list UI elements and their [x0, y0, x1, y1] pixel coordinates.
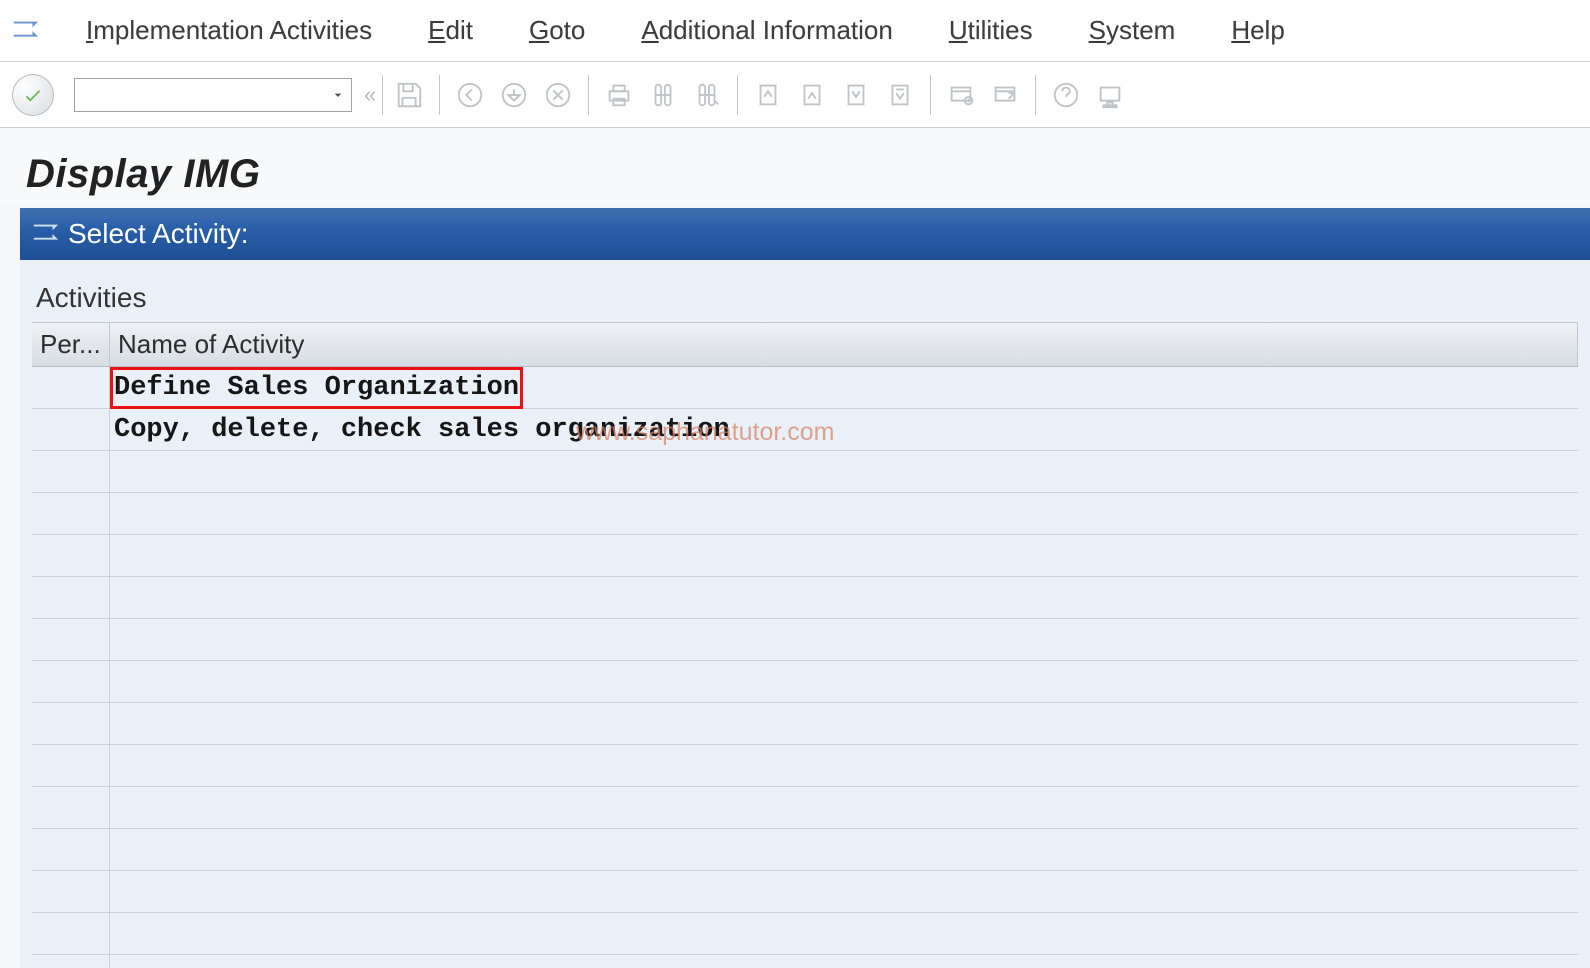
row-performed-cell	[32, 619, 110, 660]
toolbar-separator	[439, 75, 440, 115]
row-name-cell: Define Sales Organization	[110, 373, 1578, 403]
help-icon[interactable]	[1046, 75, 1086, 115]
command-dropdown-icon[interactable]	[325, 79, 351, 111]
session-icon[interactable]	[10, 16, 40, 46]
activity-row-empty[interactable]	[32, 871, 1578, 913]
row-performed-cell	[32, 703, 110, 744]
save-icon[interactable]	[389, 75, 429, 115]
row-performed-cell	[32, 955, 110, 968]
col-header-performed[interactable]: Per...	[32, 323, 110, 366]
menu-additional-information[interactable]: Additional Information	[613, 11, 920, 50]
toolbar-separator	[588, 75, 589, 115]
row-performed-cell	[32, 913, 110, 954]
layout-icon[interactable]	[1090, 75, 1130, 115]
row-performed-cell	[32, 577, 110, 618]
first-page-icon[interactable]	[748, 75, 788, 115]
activities-grid: Per... Name of Activity Define Sales Org…	[32, 322, 1578, 968]
row-performed-cell	[32, 661, 110, 702]
activity-row-empty[interactable]	[32, 913, 1578, 955]
activity-row-empty[interactable]	[32, 787, 1578, 829]
row-performed-cell	[32, 787, 110, 828]
menu-system[interactable]: System	[1061, 11, 1204, 50]
row-performed-cell	[32, 829, 110, 870]
activity-row-empty[interactable]	[32, 745, 1578, 787]
back-icon[interactable]	[450, 75, 490, 115]
activity-row-empty[interactable]	[32, 493, 1578, 535]
enter-button[interactable]	[12, 74, 54, 116]
row-performed-cell	[32, 409, 110, 450]
command-field[interactable]	[75, 79, 351, 111]
menu-implementation-activities[interactable]: Implementation Activities	[58, 11, 400, 50]
activity-row[interactable]: Copy, delete, check sales organization	[32, 409, 1578, 451]
section-title: Activities	[36, 282, 1578, 314]
activity-row-empty[interactable]	[32, 955, 1578, 968]
activity-row-empty[interactable]	[32, 577, 1578, 619]
activity-row-empty[interactable]	[32, 619, 1578, 661]
toolbar-separator	[930, 75, 931, 115]
activity-row[interactable]: Define Sales Organization	[32, 367, 1578, 409]
page-title: Display IMG	[26, 152, 1590, 197]
dialog-title: Select Activity:	[68, 218, 249, 250]
create-shortcut-icon[interactable]	[985, 75, 1025, 115]
command-field-wrap	[74, 78, 352, 112]
row-performed-cell	[32, 871, 110, 912]
create-session-icon[interactable]	[941, 75, 981, 115]
dialog-header: Select Activity:	[20, 208, 1590, 260]
activity-row-empty[interactable]	[32, 661, 1578, 703]
grid-header: Per... Name of Activity	[32, 323, 1578, 367]
toolbar-separator	[382, 75, 383, 115]
cancel-icon[interactable]	[538, 75, 578, 115]
menu-goto[interactable]: Goto	[501, 11, 613, 50]
menu-help[interactable]: Help	[1203, 11, 1312, 50]
next-page-icon[interactable]	[836, 75, 876, 115]
menu-edit[interactable]: Edit	[400, 11, 501, 50]
prev-page-icon[interactable]	[792, 75, 832, 115]
dialog-session-icon	[30, 219, 60, 249]
row-performed-cell	[32, 367, 110, 408]
find-icon[interactable]	[643, 75, 683, 115]
menu-utilities[interactable]: Utilities	[921, 11, 1061, 50]
row-performed-cell	[32, 493, 110, 534]
row-performed-cell	[32, 535, 110, 576]
print-icon[interactable]	[599, 75, 639, 115]
toolbar-separator	[1035, 75, 1036, 115]
history-back-chevron: «	[364, 82, 370, 108]
menu-bar: Implementation ActivitiesEditGotoAdditio…	[0, 0, 1590, 62]
exit-icon[interactable]	[494, 75, 534, 115]
dialog-body: Activities Per... Name of Activity Defin…	[20, 260, 1590, 968]
title-area: Display IMG	[0, 128, 1590, 203]
col-header-name[interactable]: Name of Activity	[110, 323, 1578, 366]
activity-row-empty[interactable]	[32, 703, 1578, 745]
toolbar: «	[0, 62, 1590, 128]
activity-row-empty[interactable]	[32, 451, 1578, 493]
row-performed-cell	[32, 451, 110, 492]
activity-row-empty[interactable]	[32, 829, 1578, 871]
row-name-cell: Copy, delete, check sales organization	[110, 415, 1578, 445]
select-activity-dialog: Select Activity: Activities Per... Name …	[20, 208, 1590, 968]
find-next-icon[interactable]	[687, 75, 727, 115]
activity-row-empty[interactable]	[32, 535, 1578, 577]
last-page-icon[interactable]	[880, 75, 920, 115]
row-performed-cell	[32, 745, 110, 786]
toolbar-icon-group	[389, 75, 1130, 115]
toolbar-separator	[737, 75, 738, 115]
